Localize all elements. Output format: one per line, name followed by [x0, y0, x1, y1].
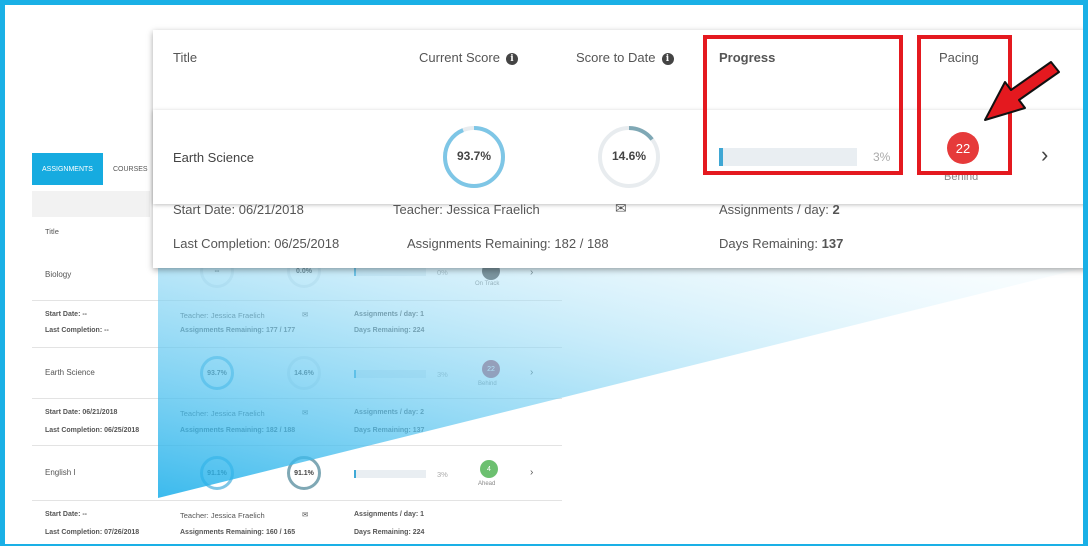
days-remaining: Days Remaining: 137	[354, 427, 425, 434]
mail-icon[interactable]: ✉	[302, 510, 308, 519]
chevron-right-icon[interactable]: ›	[530, 467, 533, 478]
row-details: Start Date: 06/21/2018 Last Completion: …	[32, 399, 562, 446]
chevron-right-icon[interactable]: ›	[530, 367, 533, 378]
pacing-dot: 22	[482, 360, 500, 378]
assignments-per-day: Assignments / day: 2	[719, 202, 840, 217]
start-date: Start Date: --	[45, 511, 88, 518]
start-date: Start Date: --	[45, 311, 88, 318]
chevron-right-icon[interactable]: ›	[1041, 142, 1048, 168]
last-completion: Last Completion: 07/26/2018	[45, 529, 140, 536]
days-remaining: Days Remaining: 224	[354, 327, 425, 334]
teacher: Teacher: Jessica Fraelich	[180, 511, 265, 520]
progress-bar	[354, 370, 426, 378]
background-title-header: Title	[45, 227, 59, 236]
last-completion: Last Completion: 06/25/2018	[173, 236, 339, 251]
assignments-remaining: Assignments Remaining: 160 / 165	[180, 529, 296, 536]
pacing-status: On Track	[475, 281, 500, 287]
pacing-status: Behind	[478, 381, 497, 387]
tab-courses[interactable]: COURSES	[102, 153, 158, 185]
detail-label: Assignments / day:	[719, 202, 829, 217]
current-score-value: 93.7%	[456, 149, 492, 163]
row-details: Start Date: -- Last Completion: 07/26/20…	[32, 501, 562, 544]
assignments-remaining: Assignments Remaining: 182 / 188	[180, 427, 296, 434]
info-icon[interactable]: i	[505, 53, 518, 65]
screenshot-frame: ASSIGNMENTS COURSES Title Biology -- 0.0…	[0, 0, 1088, 546]
assignments-remaining: Assignments Remaining: 182 / 188	[407, 236, 609, 251]
mail-icon[interactable]: ✉	[302, 408, 308, 417]
assignments-per-day: Assignments / day: 2	[354, 409, 425, 416]
course-title: Biology	[45, 270, 72, 279]
course-title: Earth Science	[173, 150, 254, 165]
ring-value: --	[214, 267, 220, 275]
table-row[interactable]: English I 91.1% 91.1% 3% 4 Ahead ›	[32, 446, 562, 501]
table-row[interactable]: Earth Science 93.7% 14.6% 3% 22 Behind ›	[32, 348, 562, 399]
course-title: Earth Science	[45, 368, 95, 377]
header-title: Title	[173, 50, 198, 65]
progress-percent: 3%	[437, 470, 448, 479]
progress-bar	[354, 470, 426, 478]
assignments-per-day: Assignments / day: 1	[354, 311, 425, 318]
row-details: Start Date: -- Last Completion: -- Teach…	[32, 301, 562, 348]
header-score-to-date: Score to Date i	[576, 50, 674, 65]
background-filter-bar	[32, 191, 150, 217]
detail-label: Days Remaining:	[719, 236, 818, 251]
assignments-per-day: Assignments / day: 1	[354, 511, 425, 518]
pacing-status: Ahead	[478, 481, 496, 487]
header-current-score: Current Score i	[419, 50, 518, 65]
ring-value: 91.1%	[294, 469, 314, 477]
teacher: Teacher: Jessica Fraelich	[180, 311, 265, 320]
mail-icon[interactable]: ✉	[615, 200, 627, 217]
last-completion: Last Completion: --	[45, 327, 109, 334]
progress-percent: 0%	[437, 268, 448, 277]
red-arrow-icon	[984, 61, 1060, 121]
course-title: English I	[45, 468, 76, 477]
ring-value: 0.0%	[296, 267, 312, 275]
pacing-dot: 4	[480, 460, 498, 478]
teacher: Teacher: Jessica Fraelich	[180, 409, 265, 418]
progress-bar	[354, 268, 426, 276]
detail-value: 2	[832, 202, 840, 217]
mail-icon[interactable]: ✉	[302, 310, 308, 319]
detail-value: 137	[821, 236, 844, 251]
current-score-ring: 91.1%	[200, 456, 234, 490]
assignments-remaining: Assignments Remaining: 177 / 177	[180, 327, 296, 334]
ring-value: 93.7%	[207, 369, 227, 377]
pacing-value: 22	[487, 365, 495, 373]
detail-value: Jessica Fraelich	[446, 202, 540, 217]
detail-value: 182 / 188	[554, 236, 609, 251]
last-completion: Last Completion: 06/25/2018	[45, 427, 140, 434]
score-to-date-ring: 91.1%	[287, 456, 321, 490]
header-label: Current Score	[419, 50, 500, 65]
detail-label: Start Date:	[173, 202, 236, 217]
start-date: Start Date: 06/21/2018	[45, 409, 118, 416]
current-score-ring: 93.7%	[442, 125, 506, 189]
days-remaining: Days Remaining: 137	[719, 236, 843, 251]
progress-percent: 3%	[437, 370, 448, 379]
teacher: Teacher: Jessica Fraelich	[393, 202, 540, 217]
ring-value: 14.6%	[294, 369, 314, 377]
ring-value: 91.1%	[207, 469, 227, 477]
header-label: Score to Date	[576, 50, 656, 65]
chevron-right-icon[interactable]: ›	[530, 267, 533, 278]
days-remaining: Days Remaining: 224	[354, 529, 425, 536]
pacing-value: 4	[487, 465, 491, 473]
score-to-date-value: 14.6%	[611, 149, 647, 163]
current-score-ring: 93.7%	[200, 356, 234, 390]
detail-label: Last Completion:	[173, 236, 271, 251]
background-tabs: ASSIGNMENTS COURSES	[32, 153, 158, 185]
detail-value: 06/25/2018	[274, 236, 340, 251]
tab-assignments[interactable]: ASSIGNMENTS	[32, 153, 103, 185]
detail-label: Assignments Remaining:	[407, 236, 551, 251]
info-icon[interactable]: i	[661, 53, 674, 65]
detail-label: Teacher:	[393, 202, 443, 217]
detail-value: 06/21/2018	[238, 202, 304, 217]
highlight-box-progress	[703, 35, 903, 175]
score-to-date-ring: 14.6%	[287, 356, 321, 390]
start-date: Start Date: 06/21/2018	[173, 202, 304, 217]
score-to-date-ring: 14.6%	[597, 125, 661, 189]
